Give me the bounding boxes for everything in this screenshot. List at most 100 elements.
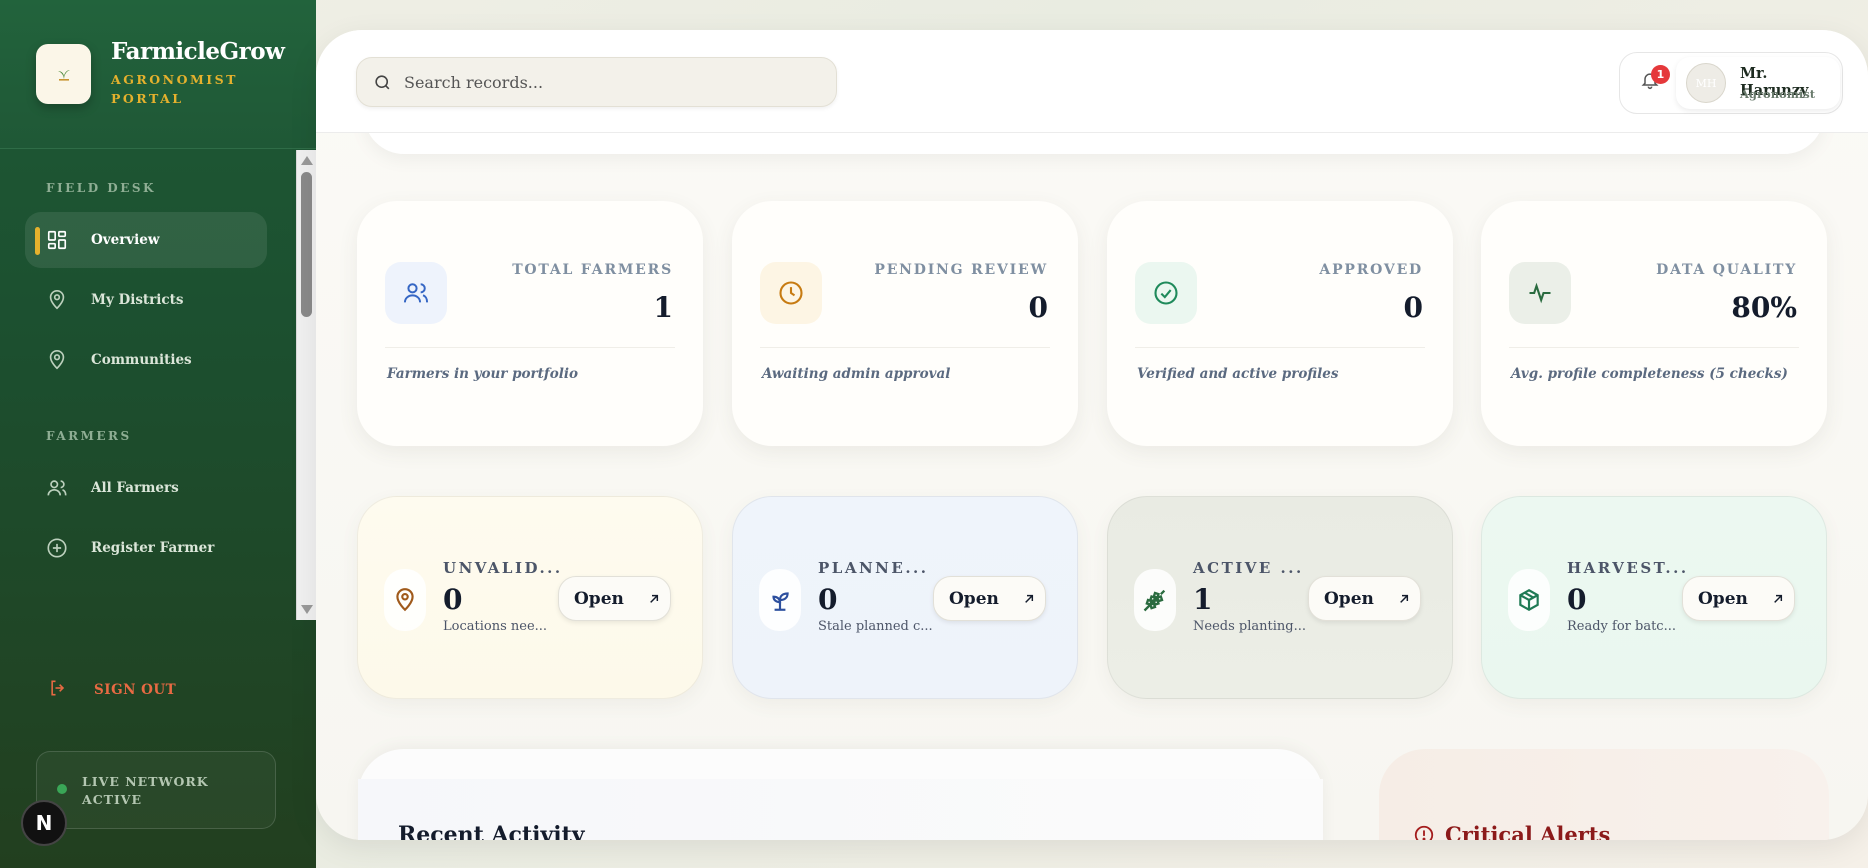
search-input[interactable] — [404, 72, 804, 92]
package-icon — [1508, 569, 1550, 631]
search-box[interactable] — [356, 57, 837, 107]
sidebar-item-my-districts[interactable]: My Districts — [25, 272, 267, 328]
scroll-down-arrow-icon[interactable] — [301, 605, 313, 614]
sidebar-item-label: Communities — [91, 352, 192, 368]
stat-label: TOTAL FARMERS — [512, 262, 673, 278]
user-role: Agronomist — [1740, 87, 1816, 101]
queue-title: HARVEST... — [1567, 559, 1689, 577]
stat-card-approved: APPROVED 0 Verified and active profiles — [1107, 201, 1453, 446]
sidebar-item-all-farmers[interactable]: All Farmers — [25, 460, 267, 516]
alerts-title-text: Critical Alerts — [1445, 822, 1611, 840]
users-icon — [45, 476, 69, 500]
sidebar-scrollbar[interactable] — [296, 150, 316, 620]
queue-value: 0 — [443, 583, 463, 616]
stat-value: 80% — [1731, 291, 1797, 324]
main-content: 1 MH Mr. Harunzy Agronomist TOTAL FARMER… — [316, 30, 1868, 840]
queue-desc: Needs planting... — [1193, 619, 1306, 634]
sidebar-item-communities[interactable]: Communities — [25, 332, 267, 388]
recent-activity-panel: Recent Activity — [358, 749, 1323, 840]
stat-label: APPROVED — [1319, 262, 1423, 278]
sidebar-item-overview[interactable]: Overview — [25, 212, 267, 268]
brand-name: FarmicleGrow — [111, 38, 285, 65]
arrow-up-right-icon — [646, 591, 662, 607]
brand-logo[interactable] — [36, 44, 91, 104]
map-pin-icon — [45, 348, 69, 372]
dev-tools-badge[interactable]: N — [21, 800, 67, 846]
queue-desc: Locations nee... — [443, 619, 548, 634]
plus-circle-icon — [45, 536, 69, 560]
queue-title: PLANNE... — [818, 559, 929, 577]
open-button[interactable]: Open — [933, 576, 1046, 621]
brand-subtitle: AGRONOMIST PORTAL — [111, 72, 238, 106]
stat-value: 1 — [653, 291, 673, 324]
open-button-label: Open — [574, 588, 624, 609]
network-status-text: LIVE NETWORK ACTIVE — [82, 774, 209, 807]
sidebar-nav: FIELD DESK Overview My Districts Communi… — [0, 150, 316, 620]
queue-value: 1 — [1193, 583, 1213, 616]
sign-out-button[interactable]: SIGN OUT — [48, 678, 176, 702]
activity-icon — [1509, 262, 1571, 324]
notification-badge: 1 — [1651, 65, 1670, 84]
wheat-icon — [1134, 569, 1176, 631]
grid-icon — [45, 228, 69, 252]
sidebar-item-label: Overview — [91, 232, 160, 248]
divider — [1135, 347, 1425, 348]
leaf-logo-icon — [57, 70, 70, 81]
queue-desc: Stale planned c... — [818, 619, 933, 634]
queue-card-unvalidated: UNVALID... 0 Locations nee... Open — [357, 496, 703, 699]
divider — [1509, 347, 1799, 348]
open-button-label: Open — [949, 588, 999, 609]
user-area: 1 MH Mr. Harunzy Agronomist — [1619, 52, 1843, 114]
stat-label: DATA QUALITY — [1656, 262, 1797, 278]
queue-card-harvest: HARVEST... 0 Ready for batc... Open — [1481, 496, 1827, 699]
stat-note: Verified and active profiles — [1137, 366, 1339, 382]
divider — [760, 347, 1050, 348]
sidebar-item-register-farmer[interactable]: Register Farmer — [25, 520, 267, 576]
open-button[interactable]: Open — [558, 576, 671, 621]
open-button-label: Open — [1698, 588, 1748, 609]
sidebar-item-label: Register Farmer — [91, 540, 215, 556]
user-menu[interactable]: MH Mr. Harunzy Agronomist — [1676, 57, 1840, 109]
queue-value: 0 — [1567, 583, 1587, 616]
stat-label: PENDING REVIEW — [874, 262, 1048, 278]
map-pin-icon — [45, 288, 69, 312]
stat-note: Farmers in your portfolio — [387, 366, 578, 382]
panel-title: Recent Activity — [398, 822, 585, 840]
nav-section-field-desk: FIELD DESK — [46, 181, 156, 195]
queue-card-planned: PLANNE... 0 Stale planned c... Open — [732, 496, 1078, 699]
queue-desc: Ready for batc... — [1567, 619, 1676, 634]
brand-header: FarmicleGrow AGRONOMIST PORTAL — [0, 0, 316, 149]
stat-value: 0 — [1028, 291, 1048, 324]
nav-section-farmers: FARMERS — [46, 429, 132, 443]
stat-note: Awaiting admin approval — [762, 366, 951, 382]
stat-note: Avg. profile completeness (5 checks) — [1511, 366, 1788, 382]
panel-title: Critical Alerts — [1413, 822, 1610, 840]
open-button[interactable]: Open — [1308, 576, 1421, 621]
open-button[interactable]: Open — [1682, 576, 1795, 621]
check-circle-icon — [1135, 262, 1197, 324]
scrollbar-thumb[interactable] — [301, 172, 312, 317]
clock-icon — [760, 262, 822, 324]
queue-card-active: ACTIVE ... 1 Needs planting... Open — [1107, 496, 1453, 699]
sign-out-label: SIGN OUT — [94, 682, 177, 698]
arrow-up-right-icon — [1770, 591, 1786, 607]
users-icon — [385, 262, 447, 324]
queue-title: ACTIVE ... — [1193, 559, 1304, 577]
alert-circle-icon — [1413, 824, 1435, 840]
search-icon — [373, 73, 392, 92]
topbar: 1 MH Mr. Harunzy Agronomist — [316, 30, 1868, 133]
queue-value: 0 — [818, 583, 838, 616]
open-button-label: Open — [1324, 588, 1374, 609]
sprout-icon — [759, 569, 801, 631]
avatar: MH — [1686, 63, 1726, 103]
stat-card-pending-review: PENDING REVIEW 0 Awaiting admin approval — [732, 201, 1078, 446]
stat-card-data-quality: DATA QUALITY 80% Avg. profile completene… — [1481, 201, 1827, 446]
sidebar-item-label: All Farmers — [91, 480, 179, 496]
queue-title: UNVALID... — [443, 559, 563, 577]
arrow-up-right-icon — [1396, 591, 1412, 607]
critical-alerts-panel: Critical Alerts — [1379, 749, 1829, 840]
sidebar: FarmicleGrow AGRONOMIST PORTAL FIELD DES… — [0, 0, 316, 868]
stat-value: 0 — [1403, 291, 1423, 324]
logout-icon — [48, 678, 68, 702]
scroll-up-arrow-icon[interactable] — [301, 156, 313, 165]
